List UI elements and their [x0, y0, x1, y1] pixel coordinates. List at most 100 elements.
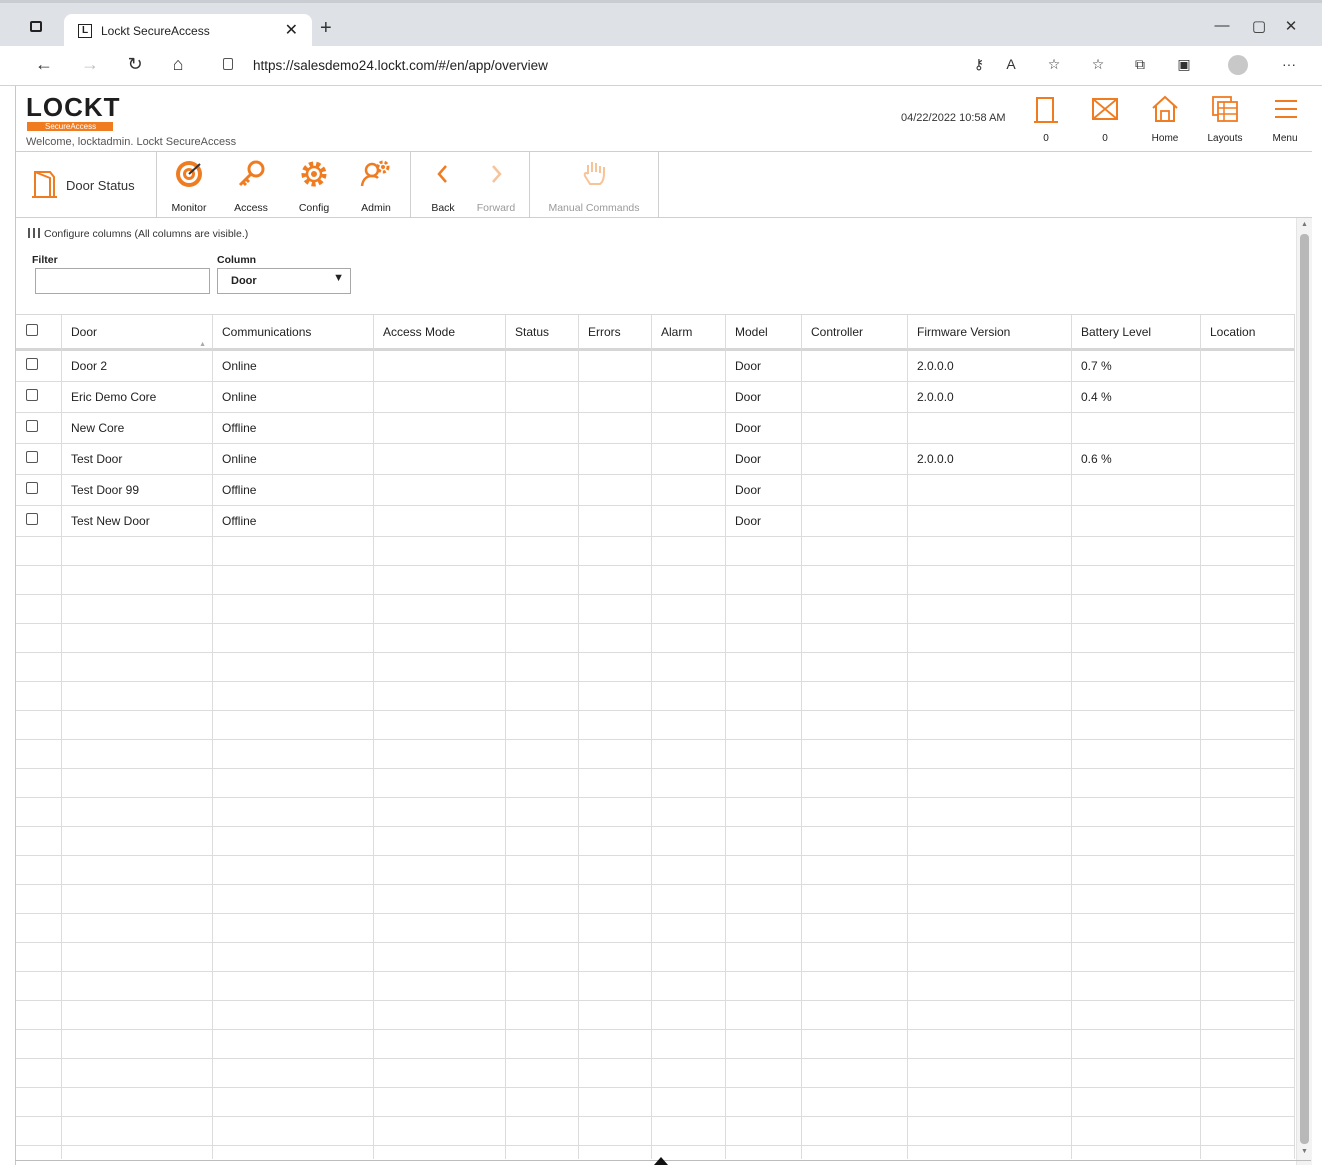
read-aloud-icon[interactable]: A — [1000, 56, 1022, 72]
empty-cell — [62, 827, 213, 856]
layouts-button[interactable]: Layouts — [1203, 94, 1247, 144]
home-browser-icon[interactable]: ⌂ — [166, 54, 190, 75]
empty-cell — [16, 943, 62, 972]
filter-input[interactable] — [35, 268, 210, 294]
key-icon[interactable]: ⚷ — [968, 56, 990, 73]
sort-asc-icon[interactable]: ▲ — [199, 327, 206, 348]
column-header-firmware-version[interactable]: Firmware Version — [908, 315, 1072, 351]
empty-cell — [652, 624, 726, 653]
table-cell — [506, 506, 579, 537]
empty-cell — [506, 682, 579, 711]
admin-button[interactable]: Admin — [347, 158, 405, 214]
page-title: Door Status — [66, 178, 135, 193]
row-checkbox[interactable] — [26, 513, 38, 525]
empty-cell — [213, 972, 374, 1001]
monitor-button[interactable]: Monitor — [160, 158, 218, 214]
home-button[interactable]: Home — [1143, 94, 1187, 144]
tab-actions-icon[interactable] — [30, 21, 42, 32]
empty-cell — [726, 972, 802, 1001]
tab-close-icon[interactable]: ✕ — [285, 20, 298, 40]
column-header-alarm[interactable]: Alarm — [652, 315, 726, 351]
empty-cell — [213, 798, 374, 827]
close-window-icon[interactable]: ✕ — [1281, 17, 1301, 35]
table-cell — [579, 413, 652, 444]
empty-cell — [1201, 624, 1295, 653]
column-header-door[interactable]: Door ▲ — [62, 315, 213, 351]
empty-cell — [579, 856, 652, 885]
column-header-model[interactable]: Model — [726, 315, 802, 351]
empty-cell — [908, 1146, 1072, 1159]
empty-cell — [374, 682, 506, 711]
table-cell — [1201, 475, 1295, 506]
messages-button[interactable]: 0 — [1083, 94, 1127, 144]
profile-avatar[interactable] — [1228, 55, 1248, 75]
manual-commands-button[interactable]: Manual Commands — [538, 158, 650, 214]
column-select[interactable]: Door ▼ — [217, 268, 351, 294]
row-checkbox[interactable] — [26, 482, 38, 494]
select-all-checkbox[interactable] — [26, 324, 38, 336]
chevron-down-icon: ▼ — [333, 272, 344, 284]
column-header-status[interactable]: Status — [506, 315, 579, 351]
scroll-up-icon[interactable]: ▲ — [1301, 221, 1308, 228]
config-button[interactable]: Config — [285, 158, 343, 214]
configure-columns-link[interactable]: Configure columns (All columns are visib… — [28, 228, 248, 240]
collections-icon[interactable]: ⧉ — [1129, 56, 1151, 73]
empty-cell — [579, 1146, 652, 1159]
column-header-communications[interactable]: Communications — [213, 315, 374, 351]
column-header-battery-level[interactable]: Battery Level — [1072, 315, 1201, 351]
empty-cell — [726, 798, 802, 827]
extensions-icon[interactable]: ▣ — [1173, 56, 1195, 73]
column-header-location[interactable]: Location — [1201, 315, 1295, 351]
menu-button[interactable]: Menu — [1263, 94, 1307, 144]
column-header-errors[interactable]: Errors — [579, 315, 652, 351]
row-select-cell — [16, 506, 62, 537]
empty-cell — [1201, 537, 1295, 566]
table-cell: Offline — [213, 413, 374, 444]
empty-cell — [213, 682, 374, 711]
column-header-access-mode[interactable]: Access Mode — [374, 315, 506, 351]
table-cell — [908, 413, 1072, 444]
configure-columns-text: Configure columns (All columns are visib… — [44, 228, 249, 240]
access-button[interactable]: Access — [222, 158, 280, 214]
maximize-icon[interactable]: ▢ — [1249, 17, 1269, 35]
table-cell — [802, 444, 908, 475]
forward-arrow-icon[interactable]: → — [78, 54, 102, 75]
empty-cell — [213, 827, 374, 856]
favorites-icon[interactable]: ☆ — [1087, 56, 1109, 73]
column-header-controller[interactable]: Controller — [802, 315, 908, 351]
browser-tab[interactable]: L Lockt SecureAccess ✕ — [64, 14, 312, 49]
scroll-thumb[interactable] — [1300, 234, 1309, 1144]
back-button[interactable]: Back — [414, 158, 472, 214]
empty-cell — [802, 827, 908, 856]
door-status-title: Door Status — [16, 152, 157, 218]
table-cell: Door — [726, 506, 802, 537]
row-checkbox[interactable] — [26, 420, 38, 432]
empty-cell — [62, 595, 213, 624]
empty-cell — [652, 914, 726, 943]
row-checkbox[interactable] — [26, 358, 38, 370]
scroll-down-icon[interactable]: ▼ — [1301, 1148, 1308, 1155]
door-alerts-button[interactable]: 0 — [1024, 94, 1068, 144]
row-checkbox[interactable] — [26, 389, 38, 401]
empty-cell — [579, 885, 652, 914]
refresh-icon[interactable]: ↻ — [123, 54, 147, 75]
table-cell: Door — [726, 382, 802, 413]
table-cell — [1072, 413, 1201, 444]
empty-cell — [506, 1001, 579, 1030]
forward-button[interactable]: Forward — [467, 158, 525, 214]
new-tab-button[interactable]: + — [320, 17, 332, 40]
table-cell — [374, 444, 506, 475]
empty-cell — [1201, 856, 1295, 885]
url-field[interactable]: https://salesdemo24.lockt.com/#/en/app/o… — [213, 52, 1073, 80]
empty-cell — [579, 566, 652, 595]
back-arrow-icon[interactable]: ← — [32, 54, 56, 75]
app-header: LOCKT SecureAccess Welcome, locktadmin. … — [16, 86, 1312, 152]
empty-cell — [1072, 711, 1201, 740]
minimize-icon[interactable]: — — [1212, 17, 1232, 34]
empty-cell — [16, 885, 62, 914]
row-checkbox[interactable] — [26, 451, 38, 463]
add-favorite-icon[interactable]: ☆ — [1043, 56, 1065, 73]
table-cell: Door — [726, 413, 802, 444]
vertical-scrollbar[interactable]: ▲ ▼ — [1296, 218, 1312, 1165]
more-options-icon[interactable]: ··· — [1278, 56, 1300, 72]
